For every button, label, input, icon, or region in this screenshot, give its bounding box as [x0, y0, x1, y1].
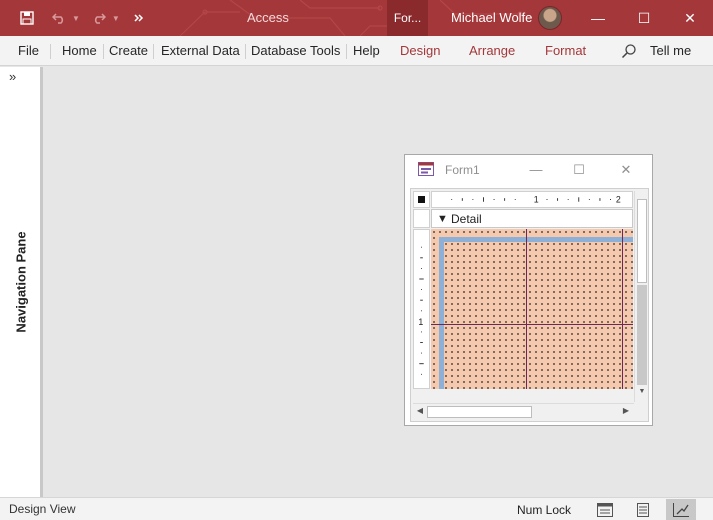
grid-line	[622, 229, 623, 389]
maximize-icon: ☐	[573, 162, 585, 177]
detail-section-label: Detail	[451, 212, 482, 226]
navigation-pane-label[interactable]: Navigation Pane	[14, 231, 29, 332]
save-icon[interactable]	[14, 3, 40, 33]
form-icon	[418, 162, 434, 176]
tab-database-tools[interactable]: Database Tools	[251, 36, 340, 66]
horizontal-scrollbar[interactable]: ◀ ▶	[413, 403, 634, 419]
title-bar: ▼ ▼ Access For... Michael Wolfe — ☐ ✕	[0, 0, 713, 36]
tab-separator	[245, 44, 246, 59]
redo-icon[interactable]	[86, 3, 112, 33]
ruler-mark-2: 2	[616, 195, 621, 205]
design-view-button[interactable]	[666, 499, 696, 520]
avatar[interactable]	[538, 6, 562, 30]
tab-home[interactable]: Home	[62, 36, 97, 66]
close-icon: ✕	[684, 9, 696, 26]
form-close-button[interactable]: ✕	[615, 159, 637, 181]
contextual-tab-group[interactable]: For...	[387, 0, 428, 36]
tab-help[interactable]: Help	[353, 36, 380, 66]
detail-design-grid[interactable]	[431, 229, 633, 389]
tell-me-box[interactable]: Tell me	[650, 36, 691, 66]
num-lock-indicator: Num Lock	[517, 503, 572, 517]
grid-line	[431, 324, 633, 325]
tab-arrange[interactable]: Arrange	[469, 36, 515, 66]
redo-dropdown-icon[interactable]: ▼	[112, 14, 120, 23]
navigation-pane[interactable]: » Navigation Pane	[0, 67, 43, 497]
form-view-button[interactable]	[590, 499, 620, 520]
app-title: Access	[247, 10, 289, 25]
form-window-title-bar[interactable]: Form1 — ☐ ✕	[405, 155, 652, 185]
scroll-left-icon[interactable]: ◀	[414, 406, 426, 415]
form-minimize-button[interactable]: —	[525, 159, 547, 181]
section-selector[interactable]	[413, 209, 430, 228]
ruler-mark-1: 1	[534, 195, 539, 205]
design-view-icon	[673, 502, 689, 517]
vertical-scroll-track[interactable]	[637, 285, 647, 385]
minimize-button[interactable]: —	[575, 0, 621, 36]
horizontal-ruler[interactable]: 1 2	[431, 191, 633, 208]
vertical-scroll-thumb[interactable]	[637, 199, 647, 283]
margin-guide-top	[439, 237, 633, 242]
form-view-icon	[597, 502, 613, 517]
margin-guide-left	[439, 237, 444, 389]
status-bar: Design View Num Lock	[0, 497, 713, 520]
tab-file[interactable]: File	[18, 36, 39, 66]
tab-design[interactable]: Design	[400, 36, 440, 66]
tab-separator	[346, 44, 347, 59]
expand-pane-icon[interactable]: »	[9, 69, 16, 84]
tab-format[interactable]: Format	[545, 36, 586, 66]
maximize-icon: ☐	[637, 9, 651, 26]
minimize-icon: —	[529, 162, 543, 177]
collapse-section-icon: ▼	[437, 213, 448, 225]
view-mode-status: Design View	[9, 502, 76, 516]
grid-line	[526, 229, 527, 389]
layout-view-button[interactable]	[628, 499, 658, 520]
form-design-surface: 1 2 ▼ Detail 1 ▼ ◀ ▶	[410, 188, 649, 422]
tab-separator	[103, 44, 104, 59]
scroll-right-icon[interactable]: ▶	[620, 406, 632, 415]
undo-dropdown-icon[interactable]: ▼	[72, 14, 80, 23]
vertical-scrollbar[interactable]: ▼	[634, 191, 648, 402]
ribbon-tab-bar: File Home Create External Data Database …	[0, 36, 713, 66]
tab-create[interactable]: Create	[109, 36, 148, 66]
quick-access-toolbar: ▼ ▼	[14, 0, 152, 36]
close-icon: ✕	[620, 162, 632, 177]
tab-separator	[153, 44, 154, 59]
vertical-ruler[interactable]: 1	[413, 229, 430, 389]
user-name[interactable]: Michael Wolfe	[451, 0, 532, 36]
ruler-mark-1: 1	[418, 317, 423, 327]
tab-external-data[interactable]: External Data	[161, 36, 240, 66]
layout-view-icon	[637, 502, 649, 517]
tab-separator	[50, 44, 51, 59]
undo-icon[interactable]	[46, 3, 72, 33]
form-maximize-button[interactable]: ☐	[568, 159, 590, 181]
form-window-title: Form1	[445, 163, 480, 177]
close-button[interactable]: ✕	[667, 0, 713, 36]
search-icon[interactable]	[621, 43, 637, 59]
scroll-down-icon[interactable]: ▼	[635, 388, 649, 395]
maximize-button[interactable]: ☐	[621, 0, 667, 36]
form-selector[interactable]	[413, 191, 430, 208]
minimize-icon: —	[591, 10, 605, 26]
detail-section-header[interactable]: ▼ Detail	[431, 209, 633, 228]
horizontal-scroll-thumb[interactable]	[427, 406, 532, 418]
form-design-window[interactable]: Form1 — ☐ ✕ 1 2 ▼ Detail 1 ▼ ◀ ▶	[404, 154, 653, 426]
customize-qat-icon[interactable]	[126, 3, 152, 33]
